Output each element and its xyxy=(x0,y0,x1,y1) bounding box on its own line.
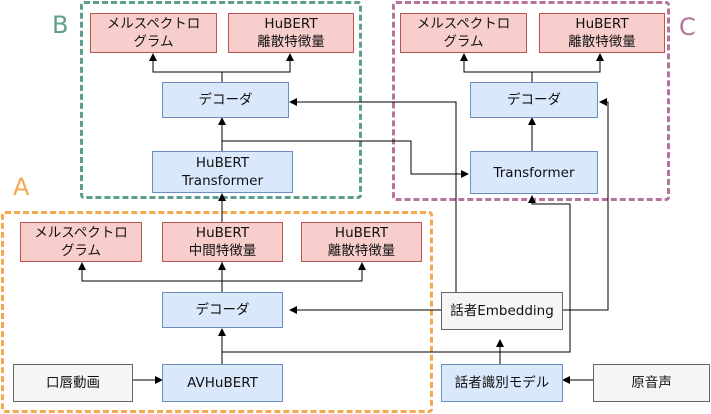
lip-video-label: 口唇動画 xyxy=(46,375,100,391)
b-mel-spectrogram-label: メルスペクトロ グラム xyxy=(106,16,201,50)
c-decoder-node: デコーダ xyxy=(470,82,598,118)
a-hubert-intermediate-label: HuBERT 中間特徴量 xyxy=(188,225,257,259)
source-audio-node: 原音声 xyxy=(593,364,710,402)
source-audio-label: 原音声 xyxy=(631,375,672,391)
speaker-identification-model-node: 話者識別モデル xyxy=(441,364,563,402)
speaker-embedding-label: 話者Embedding xyxy=(450,303,554,319)
speaker-embedding-node: 話者Embedding xyxy=(441,292,563,330)
b-decoder-label: デコーダ xyxy=(198,92,253,108)
c-transformer-label: Transformer xyxy=(493,164,575,181)
a-hubert-discrete-label: HuBERT 離散特徴量 xyxy=(327,225,396,259)
b-hubert-discrete-node: HuBERT 離散特徴量 xyxy=(228,13,354,53)
avhubert-node: AVHuBERT xyxy=(162,364,283,402)
connector-lines xyxy=(78,53,609,384)
a-decoder-label: デコーダ xyxy=(195,302,250,318)
b-hubert-transformer-label: HuBERT Transformer xyxy=(181,155,263,189)
b-hubert-transformer-node: HuBERT Transformer xyxy=(152,151,293,193)
b-hubert-discrete-label: HuBERT 離散特徴量 xyxy=(257,16,325,50)
a-decoder-node: デコーダ xyxy=(162,292,283,328)
a-hubert-discrete-node: HuBERT 離散特徴量 xyxy=(301,222,422,262)
a-mel-spectrogram-label: メルスペクトロ グラム xyxy=(34,225,128,259)
a-mel-spectrogram-node: メルスペクトロ グラム xyxy=(20,222,142,262)
a-hubert-intermediate-node: HuBERT 中間特徴量 xyxy=(162,222,283,262)
speaker-identification-model-label: 話者識別モデル xyxy=(454,375,550,391)
b-decoder-node: デコーダ xyxy=(162,82,289,118)
c-decoder-label: デコーダ xyxy=(507,92,561,108)
c-mel-spectrogram-node: メルスペクトロ グラム xyxy=(400,13,527,53)
avhubert-label: AVHuBERT xyxy=(187,375,258,391)
c-mel-spectrogram-label: メルスペクトロ グラム xyxy=(416,16,511,50)
c-transformer-node: Transformer xyxy=(470,151,598,194)
b-mel-spectrogram-node: メルスペクトロ グラム xyxy=(90,13,217,53)
c-hubert-discrete-label: HuBERT 離散特徴量 xyxy=(568,16,636,50)
lip-video-node: 口唇動画 xyxy=(13,364,133,402)
c-hubert-discrete-node: HuBERT 離散特徴量 xyxy=(539,13,665,53)
